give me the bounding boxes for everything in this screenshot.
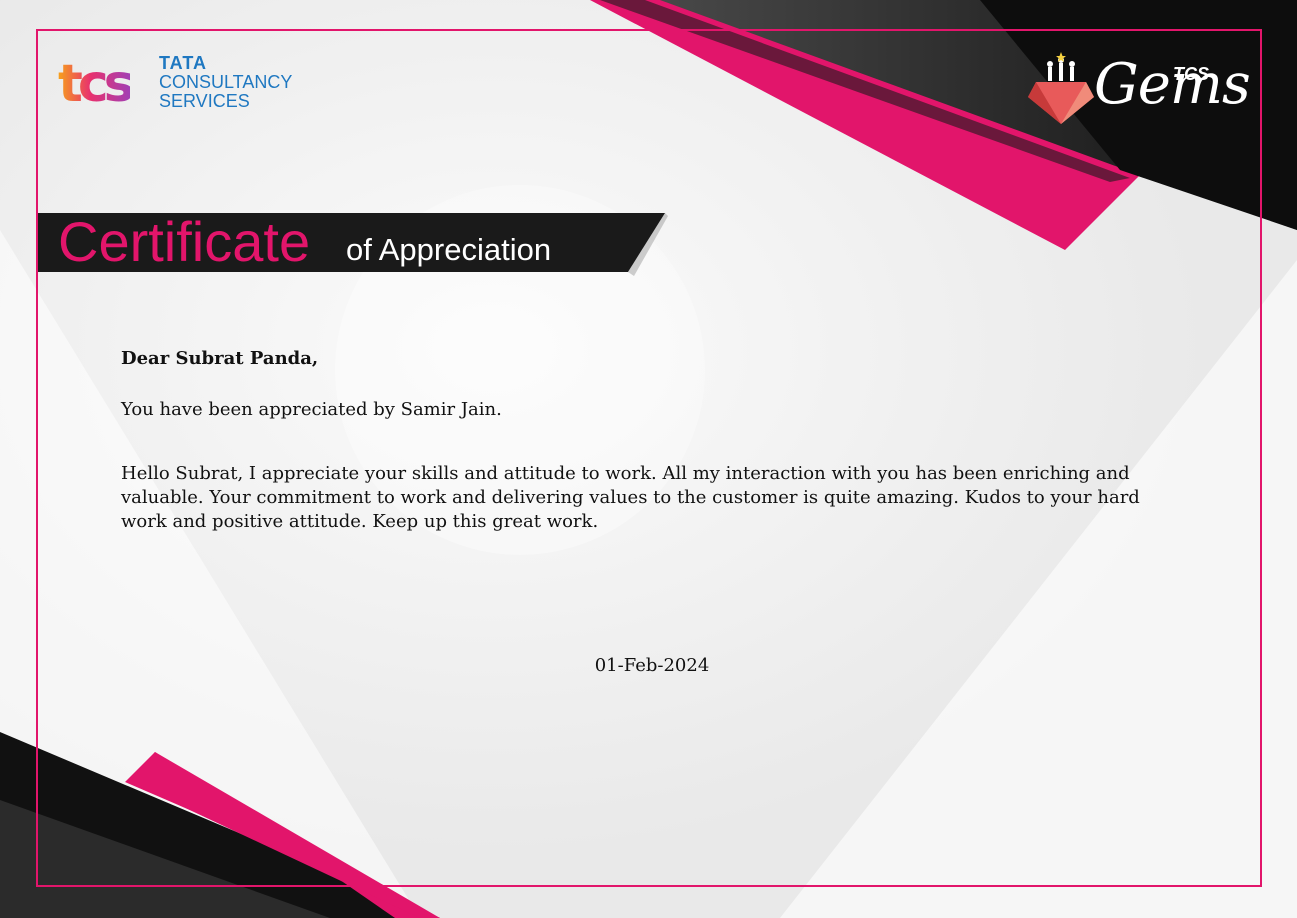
gem-icon bbox=[1028, 52, 1094, 124]
tcs-line-tata: TATA bbox=[159, 53, 207, 73]
appreciation-message: Hello Subrat, I appreciate your skills a… bbox=[121, 463, 1140, 532]
salutation: Dear Subrat Panda, bbox=[121, 348, 319, 369]
appreciated-by: You have been appreciated by Samir Jain. bbox=[121, 399, 502, 420]
tcs-wordmark: TATA CONSULTANCY SERVICES bbox=[159, 54, 292, 111]
gems-tcs-label: TCS bbox=[1173, 64, 1209, 84]
tcs-logo: tcs TATA CONSULTANCY SERVICES bbox=[58, 52, 298, 114]
tcs-line-consultancy: CONSULTANCY bbox=[159, 72, 293, 92]
certificate-date: 01-Feb-2024 bbox=[594, 655, 710, 676]
tcs-line-services: SERVICES bbox=[159, 91, 250, 111]
certificate-title: Certificate bbox=[58, 210, 311, 273]
tcs-mark: tcs bbox=[58, 54, 135, 114]
background-graphics bbox=[0, 0, 1297, 918]
tcs-gems-logo: Gems TCS bbox=[1026, 50, 1251, 130]
gems-wordmark: Gems bbox=[1094, 52, 1251, 117]
certificate-subtitle: of Appreciation bbox=[346, 232, 552, 267]
